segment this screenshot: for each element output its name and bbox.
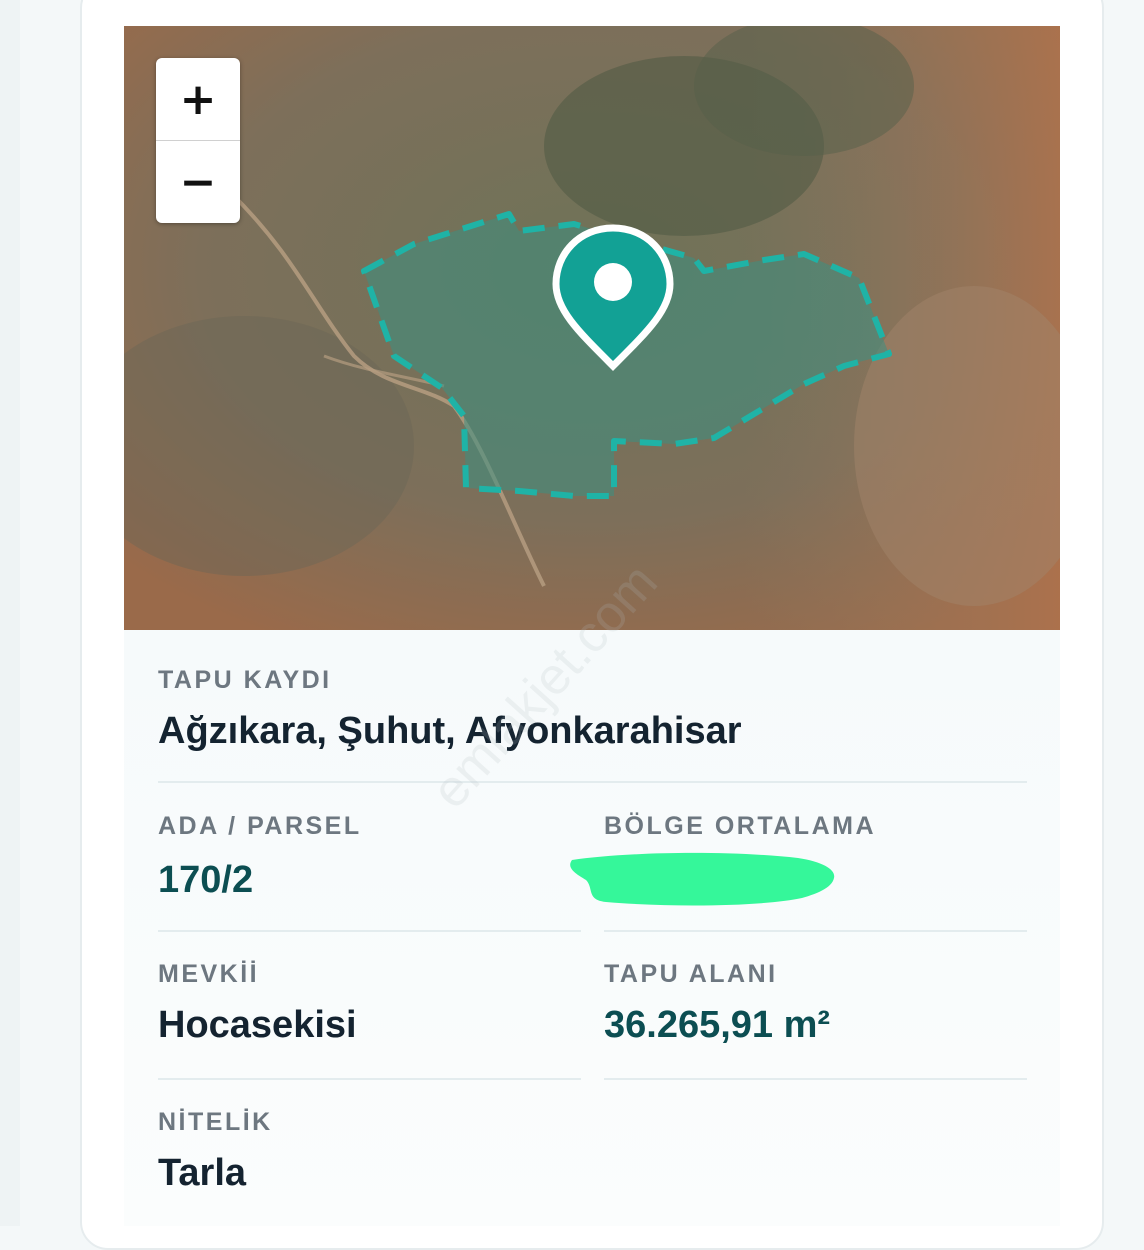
separator — [158, 1078, 581, 1080]
nitelik-value: Tarla — [158, 1152, 247, 1194]
location-marker-icon[interactable] — [124, 26, 1060, 630]
nitelik-label: NİTELİK — [158, 1108, 273, 1136]
separator — [158, 781, 1027, 783]
zoom-out-button[interactable]: − — [156, 140, 240, 223]
separator — [604, 930, 1027, 932]
ada-parsel-value: 170/2 — [158, 859, 254, 901]
separator — [604, 1078, 1027, 1080]
tapu-kaydi-label: TAPU KAYDI — [158, 666, 332, 694]
mevkii-label: MEVKİİ — [158, 960, 260, 988]
zoom-control: + − — [156, 58, 240, 223]
mevkii-value: Hocasekisi — [158, 1004, 357, 1046]
bolge-ortalama-label: BÖLGE ORTALAMA — [604, 812, 877, 840]
satellite-map[interactable] — [124, 26, 1060, 630]
tapu-alani-label: TAPU ALANI — [604, 960, 778, 988]
zoom-in-button[interactable]: + — [156, 58, 240, 140]
separator — [158, 930, 581, 932]
tapu-alani-value: 36.265,91 m² — [604, 1004, 831, 1046]
redaction-mark — [570, 852, 835, 906]
background-strip — [0, 0, 20, 1226]
ada-parsel-label: ADA / PARSEL — [158, 812, 362, 840]
